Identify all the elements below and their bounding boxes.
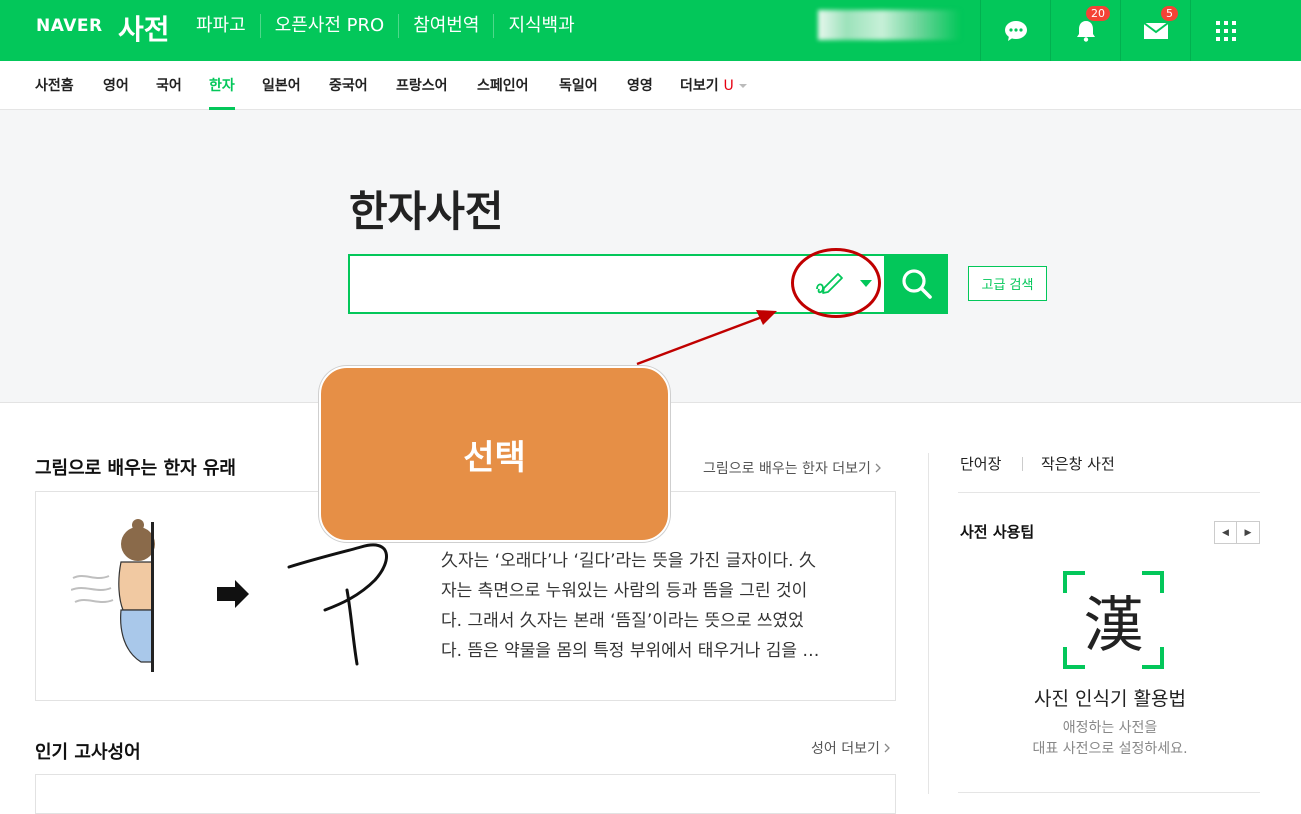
grid-menu-icon xyxy=(1215,20,1236,41)
global-nav: 파파고 오픈사전 PRO 참여번역 지식백과 xyxy=(196,14,589,38)
nav-more[interactable]: 더보기 U xyxy=(680,75,747,95)
triangle-right-icon: ▶ xyxy=(1244,527,1252,538)
tips-description: 애정하는 사전을 대표 사전으로 설정하세요. xyxy=(960,718,1260,760)
nav-english[interactable]: 영어 xyxy=(103,75,129,95)
notification-button[interactable]: 20 xyxy=(1050,0,1120,61)
sidebar-rule xyxy=(958,492,1260,493)
tips-desc-line: 애정하는 사전을 xyxy=(1062,720,1158,736)
nav-dict-home[interactable]: 사전홈 xyxy=(35,75,74,95)
mail-icon xyxy=(1142,21,1169,39)
next-button[interactable]: ▶ xyxy=(1237,521,1260,544)
gnb-papago[interactable]: 파파고 xyxy=(196,14,260,38)
etymology-more-link[interactable]: 그림으로 배우는 한자 더보기 xyxy=(703,458,882,478)
chevron-right-icon xyxy=(884,743,891,753)
nav-spanish[interactable]: 스페인어 xyxy=(477,75,529,95)
hanja-recognizer-graphic[interactable]: 漢 xyxy=(1063,571,1164,669)
idioms-more-label: 성어 더보기 xyxy=(811,741,880,757)
user-profile-blurred[interactable] xyxy=(818,10,960,40)
sidebar-rule xyxy=(958,792,1260,793)
notification-badge: 20 xyxy=(1086,6,1110,21)
nav-korean[interactable]: 국어 xyxy=(156,75,182,95)
chat-bubble-icon xyxy=(1004,20,1027,41)
nav-japanese[interactable]: 일본어 xyxy=(262,75,301,95)
chevron-right-icon xyxy=(875,463,882,473)
etymology-line: 다. 뜸은 약물을 몸의 특정 부위에서 태우거나 김을 … xyxy=(441,641,820,661)
tips-pager: ◀ ▶ xyxy=(1214,521,1260,544)
nav-hanja[interactable]: 한자 xyxy=(209,75,235,110)
naver-logo[interactable]: NAVER xyxy=(36,16,103,36)
nav-german[interactable]: 독일어 xyxy=(559,75,598,95)
search-input[interactable] xyxy=(360,268,780,300)
etymology-more-label: 그림으로 배우는 한자 더보기 xyxy=(703,461,871,477)
idioms-card xyxy=(35,774,896,814)
tips-desc-line: 대표 사전으로 설정하세요. xyxy=(1032,741,1188,757)
search-hero: 한자사전 고급 검색 xyxy=(0,110,1301,403)
dictionary-nav: 사전홈 영어 국어 한자 일본어 중국어 프랑스어 스페인어 독일어 영영 더보… xyxy=(0,61,1301,110)
gnb-encyclopedia[interactable]: 지식백과 xyxy=(493,14,588,38)
hanja-character: 漢 xyxy=(1083,590,1144,661)
talk-button[interactable] xyxy=(980,0,1050,61)
caret-down-icon xyxy=(738,84,747,88)
nav-more-u: U xyxy=(723,78,734,94)
sidebar-divider xyxy=(928,453,929,794)
gnb-opendict-pro[interactable]: 오픈사전 PRO xyxy=(259,14,399,38)
etymology-line: 다. 그래서 久자는 본래 ‘뜸질’이라는 뜻으로 쓰였었 xyxy=(441,611,804,631)
bell-icon xyxy=(1076,20,1095,42)
gnb-translation[interactable]: 참여번역 xyxy=(398,14,493,38)
tips-heading[interactable]: 사진 인식기 활용법 xyxy=(960,684,1260,711)
page-title: 한자사전 xyxy=(349,187,504,236)
search-icon xyxy=(901,269,932,299)
etymology-line: 자는 측면으로 누워있는 사람의 등과 뜸을 그린 것이 xyxy=(441,581,808,601)
apps-button[interactable] xyxy=(1190,0,1260,61)
tab-mini-dictionary[interactable]: 작은창 사전 xyxy=(1041,453,1115,474)
nav-chinese[interactable]: 중국어 xyxy=(329,75,368,95)
service-title[interactable]: 사전 xyxy=(118,8,170,48)
mail-button[interactable]: 5 xyxy=(1120,0,1190,61)
idioms-section-title: 인기 고사성어 xyxy=(35,742,141,763)
etymology-line: 久자는 ‘오래다’나 ‘길다’라는 뜻을 가진 글자이다. 久 xyxy=(441,551,816,571)
tab-wordbook[interactable]: 단어장 xyxy=(960,453,1001,474)
tab-separator xyxy=(1022,457,1023,471)
top-bar: NAVER 사전 파파고 오픈사전 PRO 참여번역 지식백과 20 5 xyxy=(0,0,1301,61)
tips-title: 사전 사용팁 xyxy=(960,523,1035,541)
nav-more-label: 더보기 xyxy=(680,78,719,94)
nav-english-english[interactable]: 영영 xyxy=(627,75,653,95)
nav-french[interactable]: 프랑스어 xyxy=(396,75,448,95)
annotation-highlight-circle xyxy=(791,248,881,318)
prev-button[interactable]: ◀ xyxy=(1214,521,1237,544)
etymology-section-title: 그림으로 배우는 한자 유래 xyxy=(35,458,236,479)
idioms-more-link[interactable]: 성어 더보기 xyxy=(811,738,891,758)
triangle-left-icon: ◀ xyxy=(1222,527,1229,538)
search-button[interactable] xyxy=(885,254,948,314)
annotation-callout: 선택 xyxy=(319,366,670,542)
advanced-search-button[interactable]: 고급 검색 xyxy=(968,266,1047,301)
mail-badge: 5 xyxy=(1161,6,1178,21)
etymology-card-text: 久자는 ‘오래다’나 ‘길다’라는 뜻을 가진 글자이다. 久 자는 측면으로 … xyxy=(441,546,871,666)
